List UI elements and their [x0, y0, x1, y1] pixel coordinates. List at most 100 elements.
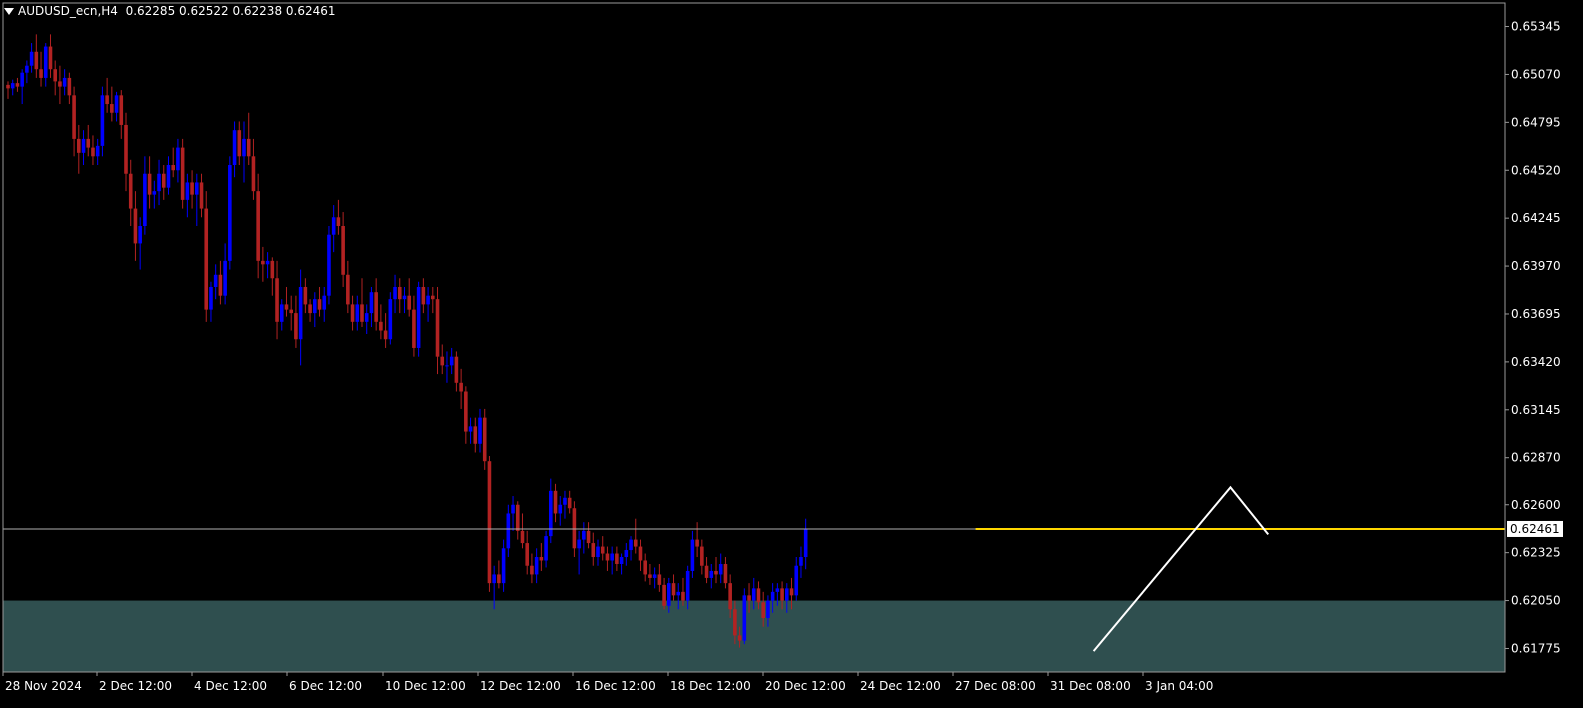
- candle-body: [275, 278, 279, 322]
- candle-body: [558, 504, 563, 514]
- candle-body: [426, 295, 430, 305]
- candle-body: [407, 295, 411, 310]
- candle-body: [176, 147, 180, 171]
- candle-body: [676, 591, 681, 596]
- chart-window[interactable]: 0.65345 0.65070 0.64795 0.64520 0.64245 0.639…: [0, 0, 1583, 704]
- dropdown-triangle-icon[interactable]: [4, 8, 14, 15]
- candle-body: [416, 286, 421, 348]
- candle-body: [34, 51, 39, 70]
- candle-body: [369, 292, 374, 314]
- candle-body: [53, 69, 57, 82]
- candle-body: [770, 591, 775, 601]
- candle-body: [133, 208, 138, 244]
- candle-body: [468, 426, 473, 432]
- candle-body: [322, 295, 327, 310]
- candlestick-chart[interactable]: 0.65345 0.65070 0.64795 0.64520 0.64245 0.639…: [0, 0, 1583, 704]
- candle-body: [667, 583, 671, 606]
- candle-body: [487, 461, 492, 584]
- candle-body: [105, 95, 109, 105]
- candle-body: [397, 286, 402, 300]
- candle-body: [803, 529, 808, 558]
- candle-body: [775, 588, 780, 592]
- candle-body: [492, 574, 496, 584]
- candle-body: [657, 574, 662, 585]
- candle-body: [95, 145, 100, 157]
- candle-body: [709, 570, 714, 578]
- candle-body: [308, 304, 312, 314]
- candle-body: [577, 539, 581, 549]
- candle-body: [110, 104, 114, 113]
- candle-body: [350, 304, 355, 322]
- candle-body: [77, 138, 81, 153]
- candle-body: [185, 182, 190, 200]
- candle-body: [364, 313, 369, 322]
- candle: [327, 226, 331, 305]
- candle-body: [246, 138, 251, 157]
- candle-body: [596, 546, 600, 558]
- price-tick-label: 0.63420: [1511, 355, 1561, 369]
- candle-body: [799, 557, 803, 566]
- candle-body: [638, 546, 643, 561]
- candle-body: [100, 95, 105, 146]
- candle-body: [161, 173, 166, 188]
- time-tick-label: 18 Dec 12:00: [670, 679, 751, 693]
- candle: [228, 156, 232, 270]
- candle-body: [313, 299, 317, 314]
- candle-body: [157, 173, 161, 192]
- candle-body: [124, 124, 128, 174]
- candle-body: [279, 304, 284, 322]
- candle-body: [714, 570, 718, 575]
- time-tick-label: 20 Dec 12:00: [765, 679, 846, 693]
- candle-body: [237, 130, 242, 157]
- candle-body: [525, 543, 529, 566]
- candle-body: [412, 309, 416, 348]
- time-tick-label: 24 Dec 12:00: [860, 679, 941, 693]
- price-tick-label: 0.62050: [1511, 594, 1561, 608]
- candle-body: [199, 182, 204, 209]
- price-tick-label: 0.63970: [1511, 259, 1561, 273]
- candle-body: [346, 274, 350, 305]
- candle-body: [298, 286, 303, 340]
- candle-body: [624, 550, 629, 558]
- candle-body: [29, 51, 34, 66]
- candle-body: [506, 513, 511, 549]
- time-tick-label: 27 Dec 08:00: [955, 679, 1036, 693]
- candle-body: [459, 382, 463, 392]
- time-tick-label: 4 Dec 12:00: [194, 679, 267, 693]
- candle-body: [605, 553, 610, 561]
- candle-body: [600, 546, 605, 554]
- candle-body: [633, 539, 638, 547]
- candle: [487, 455, 492, 592]
- candle-body: [6, 84, 10, 89]
- candle-body: [473, 426, 478, 444]
- time-tick-label: 3 Jan 04:00: [1145, 679, 1213, 693]
- candle-body: [662, 584, 666, 606]
- candle-body: [218, 274, 223, 296]
- candle-body: [440, 356, 445, 366]
- candle-body: [449, 356, 454, 366]
- time-tick-label: 31 Dec 08:00: [1050, 679, 1131, 693]
- candle-body: [544, 536, 548, 561]
- candle-body: [742, 595, 747, 641]
- price-tick-label: 0.64245: [1511, 211, 1561, 225]
- time-tick-label: 12 Dec 12:00: [480, 679, 561, 693]
- candle-body: [700, 546, 704, 566]
- time-tick-label: 10 Dec 12:00: [385, 679, 466, 693]
- candle-body: [530, 565, 534, 575]
- candle: [204, 191, 209, 322]
- candle-body: [119, 95, 124, 125]
- price-tick-label: 0.61775: [1511, 641, 1561, 655]
- candle-body: [733, 609, 737, 636]
- candle-body: [402, 295, 407, 300]
- candle-body: [780, 588, 784, 601]
- candle-body: [15, 83, 20, 87]
- candle-body: [62, 77, 67, 87]
- candle-body: [629, 539, 633, 551]
- candle-body: [242, 138, 246, 157]
- candle-body: [685, 570, 690, 601]
- candle-body: [81, 138, 86, 153]
- candle-body: [171, 165, 175, 171]
- candle-body: [360, 304, 364, 322]
- candle-body: [341, 226, 345, 275]
- candle-body: [317, 299, 322, 310]
